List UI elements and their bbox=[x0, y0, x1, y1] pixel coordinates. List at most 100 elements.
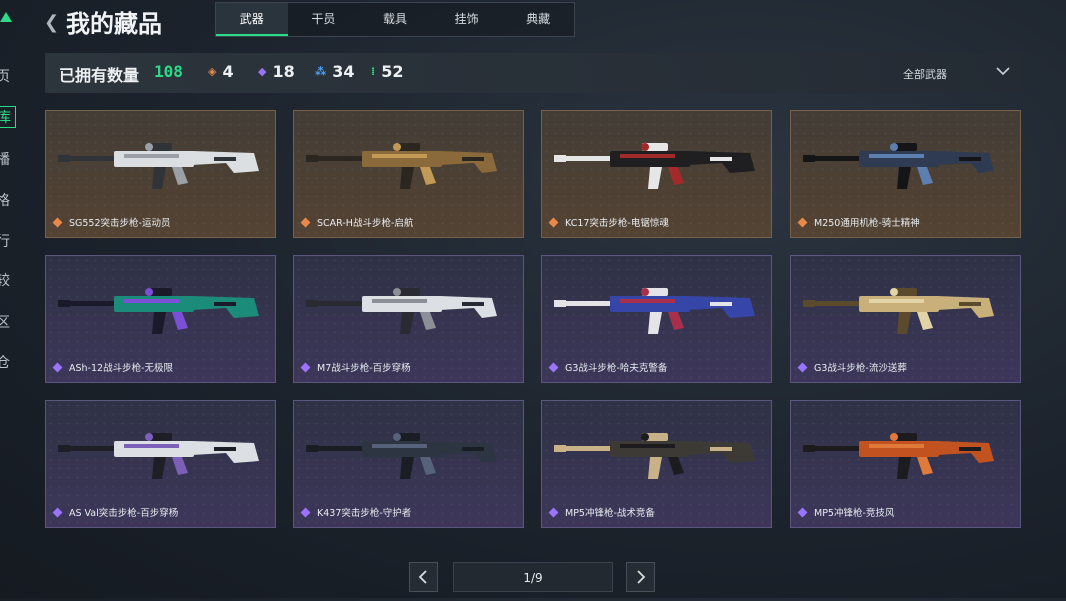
weapon-image bbox=[306, 288, 497, 334]
nav-item-2[interactable]: 播 bbox=[0, 149, 12, 169]
chevron-down-icon[interactable] bbox=[993, 61, 1013, 81]
nav-item-0[interactable]: 页 bbox=[0, 66, 12, 86]
collection-grid: SG552突击步枪-运动员 SCAR-H战斗步枪-启航 KC17突击步枪-电锯惊魂 M… bbox=[45, 110, 1021, 528]
category-tabs: 武器 干员 载具 挂饰 典藏 bbox=[215, 2, 575, 37]
weapon-image bbox=[803, 433, 994, 479]
rarity-diamond-icon bbox=[52, 362, 63, 373]
orange-diamond-icon: ◈ bbox=[208, 65, 217, 78]
weapon-name: SCAR-H战斗步枪-启航 bbox=[317, 218, 414, 229]
weapon-name: M7战斗步枪-百步穿杨 bbox=[317, 363, 411, 374]
weapon-card[interactable]: SCAR-H战斗步枪-启航 bbox=[293, 110, 524, 238]
nav-item-4[interactable]: 行 bbox=[0, 231, 12, 251]
weapon-label: KC17突击步枪-电锯惊魂 bbox=[548, 215, 669, 229]
nav-item-1[interactable]: 库 bbox=[0, 106, 16, 128]
weapon-name: AS Val突击步枪-百步穿杨 bbox=[69, 508, 179, 519]
rarity-count-value: 18 bbox=[272, 62, 295, 81]
weapon-name: G3战斗步枪-流沙送葬 bbox=[814, 363, 907, 374]
rarity-count-0: ◈ 4 bbox=[208, 62, 234, 81]
weapon-label: MP5冲锋枪-竞技风 bbox=[797, 505, 895, 519]
rarity-count-value: 52 bbox=[381, 62, 404, 81]
rarity-count-3: ⁞ 52 bbox=[371, 62, 403, 81]
rarity-diamond-icon bbox=[52, 217, 63, 228]
weapon-name: KC17突击步枪-电锯惊魂 bbox=[565, 218, 669, 229]
weapon-name: G3战斗步枪-哈夫克警备 bbox=[565, 363, 668, 374]
weapon-card[interactable]: SG552突击步枪-运动员 bbox=[45, 110, 276, 238]
weapon-image bbox=[58, 433, 259, 479]
weapon-label: M7战斗步枪-百步穿杨 bbox=[300, 360, 411, 374]
prev-page-button[interactable] bbox=[409, 562, 438, 592]
purple-diamond-icon: ◆ bbox=[258, 65, 267, 78]
chevron-right-icon bbox=[637, 570, 646, 584]
tab-4[interactable]: 典藏 bbox=[502, 3, 574, 36]
left-nav: 页库播格行较区仓 bbox=[0, 0, 18, 598]
rarity-diamond-icon bbox=[548, 507, 559, 518]
weapon-name: MP5冲锋枪-战术竞备 bbox=[565, 508, 655, 519]
rarity-diamond-icon bbox=[300, 507, 311, 518]
rarity-diamond-icon bbox=[548, 362, 559, 373]
filter-dropdown[interactable]: 全部武器 bbox=[903, 66, 947, 82]
weapon-card[interactable]: KC17突击步枪-电锯惊魂 bbox=[541, 110, 772, 238]
weapon-image bbox=[306, 433, 497, 479]
rarity-count-1: ◆ 18 bbox=[258, 62, 295, 81]
weapon-image bbox=[554, 143, 755, 189]
weapon-name: K437突击步枪-守护者 bbox=[317, 508, 412, 519]
weapon-name: ASh-12战斗步枪-无极限 bbox=[69, 363, 173, 374]
weapon-label: G3战斗步枪-哈夫克警备 bbox=[548, 360, 668, 374]
weapon-card[interactable]: K437突击步枪-守护者 bbox=[293, 400, 524, 528]
rarity-count-value: 34 bbox=[332, 62, 355, 81]
weapon-image bbox=[58, 288, 259, 334]
rarity-count-2: ⁂ 34 bbox=[315, 62, 355, 81]
weapon-label: G3战斗步枪-流沙送葬 bbox=[797, 360, 907, 374]
weapon-name: SG552突击步枪-运动员 bbox=[69, 218, 171, 229]
weapon-label: MP5冲锋枪-战术竞备 bbox=[548, 505, 655, 519]
back-icon[interactable]: ❮ bbox=[44, 12, 59, 33]
green-dots-icon: ⁞ bbox=[371, 65, 376, 78]
weapon-card[interactable]: MP5冲锋枪-竞技风 bbox=[790, 400, 1021, 528]
rarity-count-value: 4 bbox=[222, 62, 234, 81]
rarity-diamond-icon bbox=[548, 217, 559, 228]
stats-bar: 已拥有数量 108 ◈ 4 ◆ 18 ⁂ 34 ⁞ 52 全部武器 bbox=[45, 53, 1021, 93]
page-title: 我的藏品 bbox=[66, 10, 162, 38]
weapon-label: K437突击步枪-守护者 bbox=[300, 505, 412, 519]
weapon-name: MP5冲锋枪-竞技风 bbox=[814, 508, 895, 519]
weapon-card[interactable]: G3战斗步枪-流沙送葬 bbox=[790, 255, 1021, 383]
weapon-card[interactable]: AS Val突击步枪-百步穿杨 bbox=[45, 400, 276, 528]
rarity-diamond-icon bbox=[797, 217, 808, 228]
weapon-label: M250通用机枪-骑士精神 bbox=[797, 215, 920, 229]
nav-item-7[interactable]: 仓 bbox=[0, 352, 12, 372]
nav-item-6[interactable]: 区 bbox=[0, 312, 12, 332]
weapon-image bbox=[803, 288, 994, 334]
weapon-label: SG552突击步枪-运动员 bbox=[52, 215, 171, 229]
tab-1[interactable]: 干员 bbox=[288, 3, 360, 36]
blue-triple-icon: ⁂ bbox=[315, 65, 327, 78]
owned-count: 108 bbox=[154, 62, 183, 81]
chevron-left-icon bbox=[418, 570, 427, 584]
next-page-button[interactable] bbox=[626, 562, 655, 592]
weapon-card[interactable]: M7战斗步枪-百步穿杨 bbox=[293, 255, 524, 383]
rarity-diamond-icon bbox=[300, 217, 311, 228]
rarity-diamond-icon bbox=[52, 507, 63, 518]
weapon-card[interactable]: MP5冲锋枪-战术竞备 bbox=[541, 400, 772, 528]
owned-label: 已拥有数量 bbox=[59, 66, 140, 85]
rarity-diamond-icon bbox=[797, 507, 808, 518]
weapon-image bbox=[554, 288, 755, 334]
nav-up-arrow-icon[interactable] bbox=[0, 12, 12, 22]
tab-3[interactable]: 挂饰 bbox=[431, 3, 503, 36]
weapon-image bbox=[554, 433, 755, 479]
nav-item-5[interactable]: 较 bbox=[0, 270, 12, 290]
weapon-label: AS Val突击步枪-百步穿杨 bbox=[52, 505, 179, 519]
tab-2[interactable]: 载具 bbox=[359, 3, 431, 36]
weapon-card[interactable]: M250通用机枪-骑士精神 bbox=[790, 110, 1021, 238]
tab-0[interactable]: 武器 bbox=[216, 3, 288, 36]
nav-item-3[interactable]: 格 bbox=[0, 190, 12, 210]
rarity-diamond-icon bbox=[797, 362, 808, 373]
weapon-card[interactable]: ASh-12战斗步枪-无极限 bbox=[45, 255, 276, 383]
weapon-label: ASh-12战斗步枪-无极限 bbox=[52, 360, 173, 374]
rarity-diamond-icon bbox=[300, 362, 311, 373]
weapon-name: M250通用机枪-骑士精神 bbox=[814, 218, 920, 229]
weapon-image bbox=[58, 143, 259, 189]
page-indicator: 1/9 bbox=[453, 562, 613, 592]
weapon-label: SCAR-H战斗步枪-启航 bbox=[300, 215, 414, 229]
weapon-card[interactable]: G3战斗步枪-哈夫克警备 bbox=[541, 255, 772, 383]
weapon-image bbox=[803, 143, 994, 189]
